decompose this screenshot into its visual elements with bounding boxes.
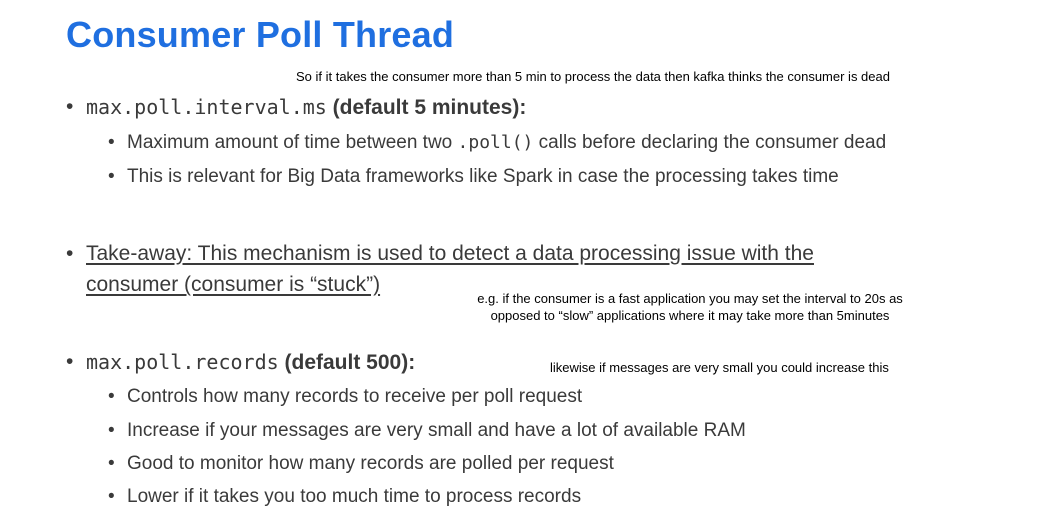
bullet-dot: •: [108, 386, 115, 407]
bullet-dot: •: [108, 486, 115, 507]
annotation-interval-note: e.g. if the consumer is a fast applicati…: [440, 290, 940, 324]
sub-bullet-max-time: • Maximum amount of time between two .po…: [108, 132, 887, 154]
sub-bullet-text: Controls how many records to receive per…: [127, 386, 583, 407]
bullet-poll-interval: • max.poll.interval.ms (default 5 minute…: [66, 95, 527, 120]
sub-bullet-big-data: • This is relevant for Big Data framewor…: [108, 166, 839, 188]
annotation-line: opposed to “slow” applications where it …: [490, 308, 890, 323]
bullet-dot: •: [66, 95, 74, 118]
config-key-poll-interval: max.poll.interval.ms: [86, 95, 327, 119]
sub-bullet-text: Increase if your messages are very small…: [127, 420, 746, 441]
sub-bullet-text: Maximum amount of time between two: [127, 132, 458, 153]
takeaway-line-2: consumer (consumer is “stuck”): [86, 273, 381, 296]
default-poll-records: (default 500):: [284, 351, 416, 374]
sub-bullet-text: Lower if it takes you too much time to p…: [127, 486, 582, 507]
poll-code: .poll(): [457, 132, 534, 153]
config-key-poll-records: max.poll.records: [86, 350, 279, 374]
sub-bullet-records-3: • Good to monitor how many records are p…: [108, 453, 614, 475]
bullet-dot: •: [66, 350, 74, 373]
takeaway-line-1: Take-away: This mechanism is used to det…: [86, 242, 814, 265]
sub-bullet-text: calls before declaring the consumer dead: [533, 132, 887, 153]
bullet-dot: •: [108, 453, 115, 474]
slide-title: Consumer Poll Thread: [66, 14, 455, 55]
annotation-timeout-note: So if it takes the consumer more than 5 …: [296, 69, 890, 84]
annotation-records-note: likewise if messages are very small you …: [550, 360, 889, 375]
bullet-dot: •: [108, 166, 115, 187]
default-poll-interval: (default 5 minutes):: [332, 96, 527, 119]
sub-bullet-text: Good to monitor how many records are pol…: [127, 453, 614, 474]
bullet-dot: •: [108, 420, 115, 441]
bullet-dot: •: [108, 132, 115, 153]
bullet-dot: •: [66, 242, 74, 265]
sub-bullet-records-4: • Lower if it takes you too much time to…: [108, 486, 582, 508]
sub-bullet-records-2: • Increase if your messages are very sma…: [108, 420, 746, 442]
sub-bullet-records-1: • Controls how many records to receive p…: [108, 386, 583, 408]
sub-bullet-text: This is relevant for Big Data frameworks…: [127, 166, 839, 187]
annotation-line: e.g. if the consumer is a fast applicati…: [477, 291, 903, 306]
bullet-poll-records: • max.poll.records (default 500):: [66, 350, 416, 375]
